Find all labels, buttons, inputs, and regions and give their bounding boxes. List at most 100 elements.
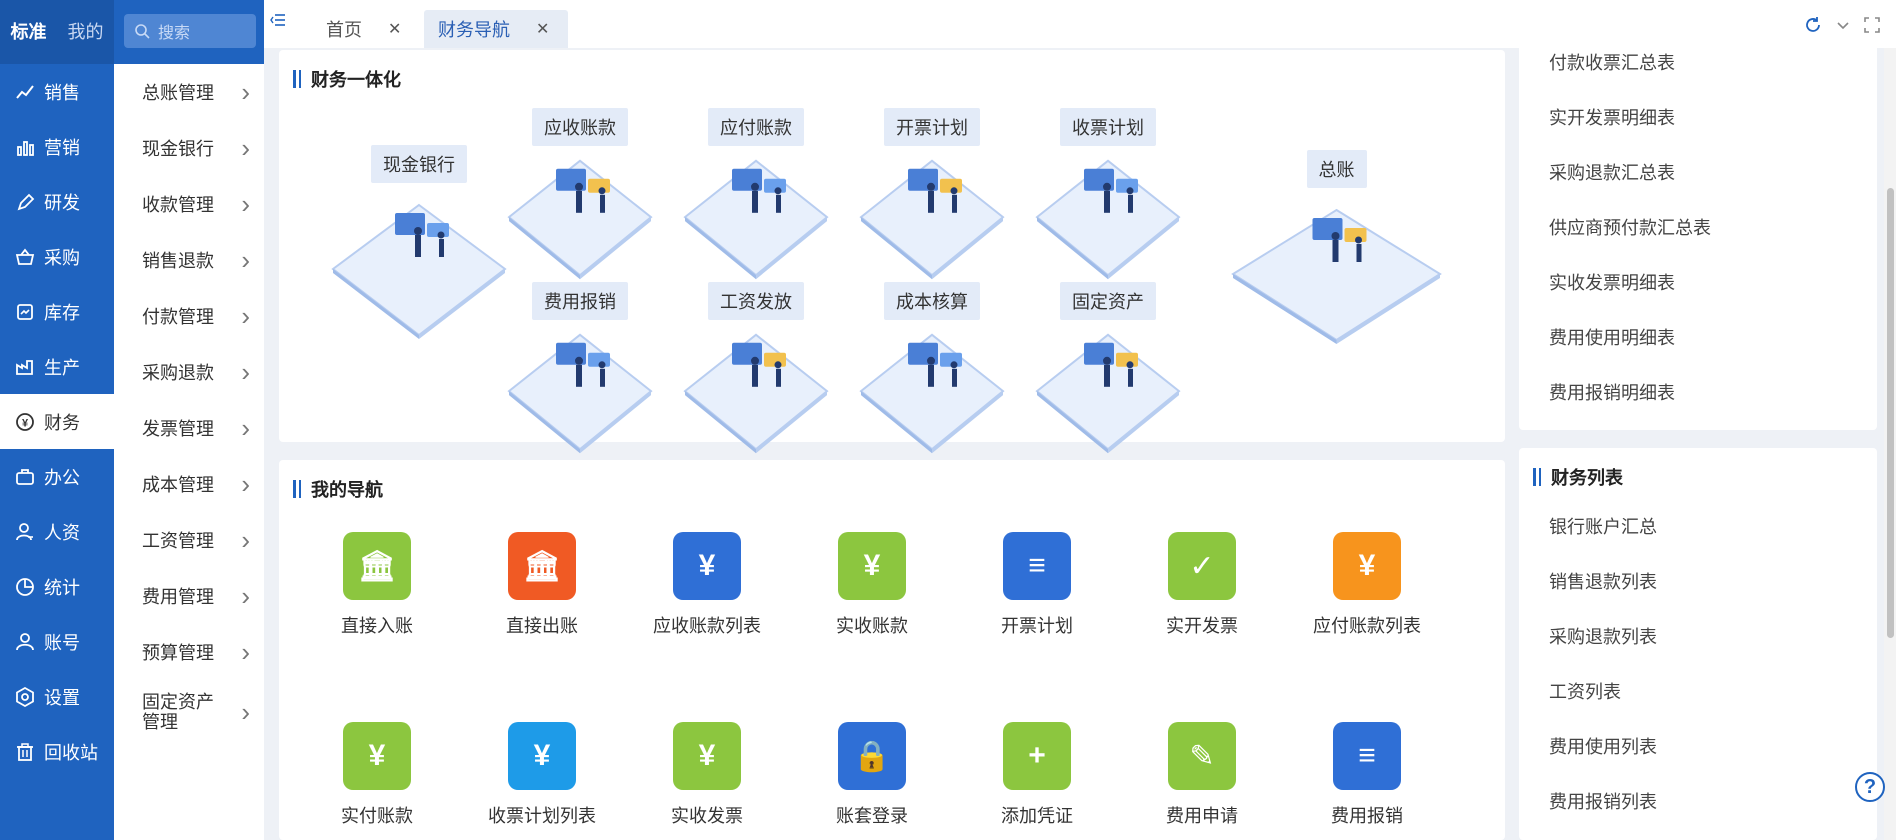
scrollbar[interactable] xyxy=(1884,48,1896,840)
report-link[interactable]: 采购退款列表 xyxy=(1519,610,1877,665)
nav-item-2[interactable]: 营销 xyxy=(0,119,114,174)
report-link[interactable]: 费用报销明细表 xyxy=(1519,366,1877,421)
my-nav-item-label: 实开发票 xyxy=(1166,616,1238,636)
my-nav-item[interactable]: ¥ 实付账款 xyxy=(297,722,457,828)
nav-item-3[interactable]: 研发 xyxy=(0,174,114,229)
nav-item-1[interactable]: 销售 xyxy=(0,64,114,119)
reports-panel: 付款收票汇总表 实开发票明细表 采购退款汇总表 供应商预付款汇总表 实收发票明细表 费用使… xyxy=(1519,36,1877,430)
report-link[interactable]: 供应商预付款汇总表 xyxy=(1519,201,1877,256)
submenu-item[interactable]: 收款管理 › xyxy=(114,176,264,232)
my-nav-item[interactable]: ✎ 费用申请 xyxy=(1122,722,1282,828)
nav-item-4[interactable]: 采购 xyxy=(0,229,114,284)
nav-item-12[interactable]: 设置 xyxy=(0,669,114,724)
nav-item-10[interactable]: 统计 xyxy=(0,559,114,614)
my-nav-item[interactable]: 🔒 账套登录 xyxy=(792,722,952,828)
chevron-down-icon[interactable] xyxy=(1836,18,1850,32)
submenu-item[interactable]: 付款管理 › xyxy=(114,288,264,344)
bank-out-icon: 🏛 xyxy=(508,532,576,600)
nav-item-8[interactable]: 办公 xyxy=(0,449,114,504)
my-nav-item[interactable]: ¥ 收票计划列表 xyxy=(462,722,622,828)
chart-icon xyxy=(14,81,36,103)
tab-finance-nav-label: 财务导航 xyxy=(438,20,510,40)
nav-item-label: 生产 xyxy=(44,357,80,378)
report-link[interactable]: 实收发票明细表 xyxy=(1519,256,1877,311)
fullscreen-icon[interactable] xyxy=(1864,17,1880,33)
integration-tile[interactable]: 现金银行 xyxy=(329,145,509,345)
my-nav-item[interactable]: ✓ 实开发票 xyxy=(1122,532,1282,638)
report-link[interactable]: 采购退款汇总表 xyxy=(1519,146,1877,201)
left-nav: 标准 我的 销售 营销 研发 采购 库存生产 ¥ 财务 办公人资统计账号设置 回收站 xyxy=(0,0,114,840)
tab-home[interactable]: 首页 ✕ xyxy=(326,10,401,48)
my-nav-item[interactable]: 🏛 直接出账 xyxy=(462,532,622,638)
payable-icon: ¥ xyxy=(1333,532,1401,600)
report-link[interactable]: 费用使用列表 xyxy=(1519,720,1877,775)
close-icon[interactable]: ✕ xyxy=(388,19,401,39)
chevron-right-icon: › xyxy=(241,300,250,331)
my-nav-item-label: 实付账款 xyxy=(341,806,413,826)
report-link[interactable]: 付款收票汇总表 xyxy=(1519,36,1877,91)
my-nav-item[interactable]: ¥ 应收账款列表 xyxy=(627,532,787,638)
submenu-item[interactable]: 发票管理 › xyxy=(114,400,264,456)
tab-finance-nav[interactable]: 财务导航 ✕ xyxy=(424,10,568,48)
nav-item-6[interactable]: 生产 xyxy=(0,339,114,394)
submenu-item[interactable]: 总账管理 › xyxy=(114,64,264,120)
nav-item-11[interactable]: 账号 xyxy=(0,614,114,669)
search-input[interactable]: 搜索 xyxy=(124,14,256,48)
integration-tile[interactable]: 收票计划 xyxy=(1033,108,1183,284)
integration-tile[interactable]: 成本核算 xyxy=(857,282,1007,458)
my-nav-item[interactable]: ≡ 开票计划 xyxy=(957,532,1117,638)
factory-icon xyxy=(14,356,36,378)
close-icon[interactable]: ✕ xyxy=(536,19,549,39)
my-nav-item[interactable]: 🏛 直接入账 xyxy=(297,532,457,638)
report-link[interactable]: 销售退款列表 xyxy=(1519,555,1877,610)
my-nav-item[interactable]: ≡ 费用报销 xyxy=(1287,722,1447,828)
integration-tile[interactable]: 开票计划 xyxy=(857,108,1007,284)
my-nav-item[interactable]: ¥ 实收账款 xyxy=(792,532,952,638)
submenu-item[interactable]: 销售退款 › xyxy=(114,232,264,288)
tab-standard[interactable]: 标准 xyxy=(0,0,57,64)
nav-item-7[interactable]: ¥ 财务 xyxy=(0,394,114,449)
refresh-icon[interactable] xyxy=(1804,16,1822,34)
tab-mine[interactable]: 我的 xyxy=(57,0,114,64)
integration-tile[interactable]: 固定资产 xyxy=(1033,282,1183,458)
submenu-item-label: 采购退款 xyxy=(142,363,214,383)
integration-tile[interactable]: 工资发放 xyxy=(681,282,831,458)
nav-item-label: 账号 xyxy=(44,632,80,653)
report-link[interactable]: 工资列表 xyxy=(1519,665,1877,720)
pen-icon xyxy=(14,191,36,213)
briefcase-icon xyxy=(14,466,36,488)
nav-item-9[interactable]: 人资 xyxy=(0,504,114,559)
submenu-item[interactable]: 费用管理 › xyxy=(114,568,264,624)
settings-icon xyxy=(14,686,36,708)
submenu-item[interactable]: 采购退款 › xyxy=(114,344,264,400)
scrollbar-thumb[interactable] xyxy=(1887,188,1894,638)
report-link[interactable]: 费用使用明细表 xyxy=(1519,311,1877,366)
my-nav-item[interactable]: ¥ 实收发票 xyxy=(627,722,787,828)
integration-tile[interactable]: 应收账款 xyxy=(505,108,655,284)
add-voucher-icon: + xyxy=(1003,722,1071,790)
integration-tile-label: 现金银行 xyxy=(371,145,467,183)
integration-tile[interactable]: 费用报销 xyxy=(505,282,655,458)
submenu-item[interactable]: 固定资产 管理 › xyxy=(114,680,264,744)
submenu-item[interactable]: 预算管理 › xyxy=(114,624,264,680)
my-nav-panel: 我的导航 🏛 直接入账 🏛 直接出账 ¥ 应收账款列表 ¥ 实收账款 ≡ 开票计划 ✓ 实开发票 ¥ 应付… xyxy=(279,460,1505,840)
report-link[interactable]: 实开发票明细表 xyxy=(1519,91,1877,146)
integration-tile[interactable]: 总账 xyxy=(1229,150,1444,350)
collapse-menu-icon[interactable] xyxy=(270,12,286,28)
nav-item-13[interactable]: 回收站 xyxy=(0,724,114,779)
submenu-item[interactable]: 成本管理 › xyxy=(114,456,264,512)
my-nav-item[interactable]: ¥ 应付账款列表 xyxy=(1287,532,1447,638)
nav-item-label: 人资 xyxy=(44,522,80,543)
report-link[interactable]: 银行账户汇总 xyxy=(1519,500,1877,555)
submenu-item[interactable]: 工资管理 › xyxy=(114,512,264,568)
nav-item-label: 财务 xyxy=(44,412,80,433)
trash-icon xyxy=(14,741,36,763)
nav-item-5[interactable]: 库存 xyxy=(0,284,114,339)
chevron-right-icon: › xyxy=(241,524,250,555)
submenu-item[interactable]: 现金银行 › xyxy=(114,120,264,176)
submenu-item-label: 现金银行 xyxy=(142,139,214,159)
integration-tile[interactable]: 应付账款 xyxy=(681,108,831,284)
help-icon[interactable]: ? xyxy=(1855,772,1885,802)
my-nav-item[interactable]: + 添加凭证 xyxy=(957,722,1117,828)
report-link[interactable]: 费用报销列表 xyxy=(1519,775,1877,830)
